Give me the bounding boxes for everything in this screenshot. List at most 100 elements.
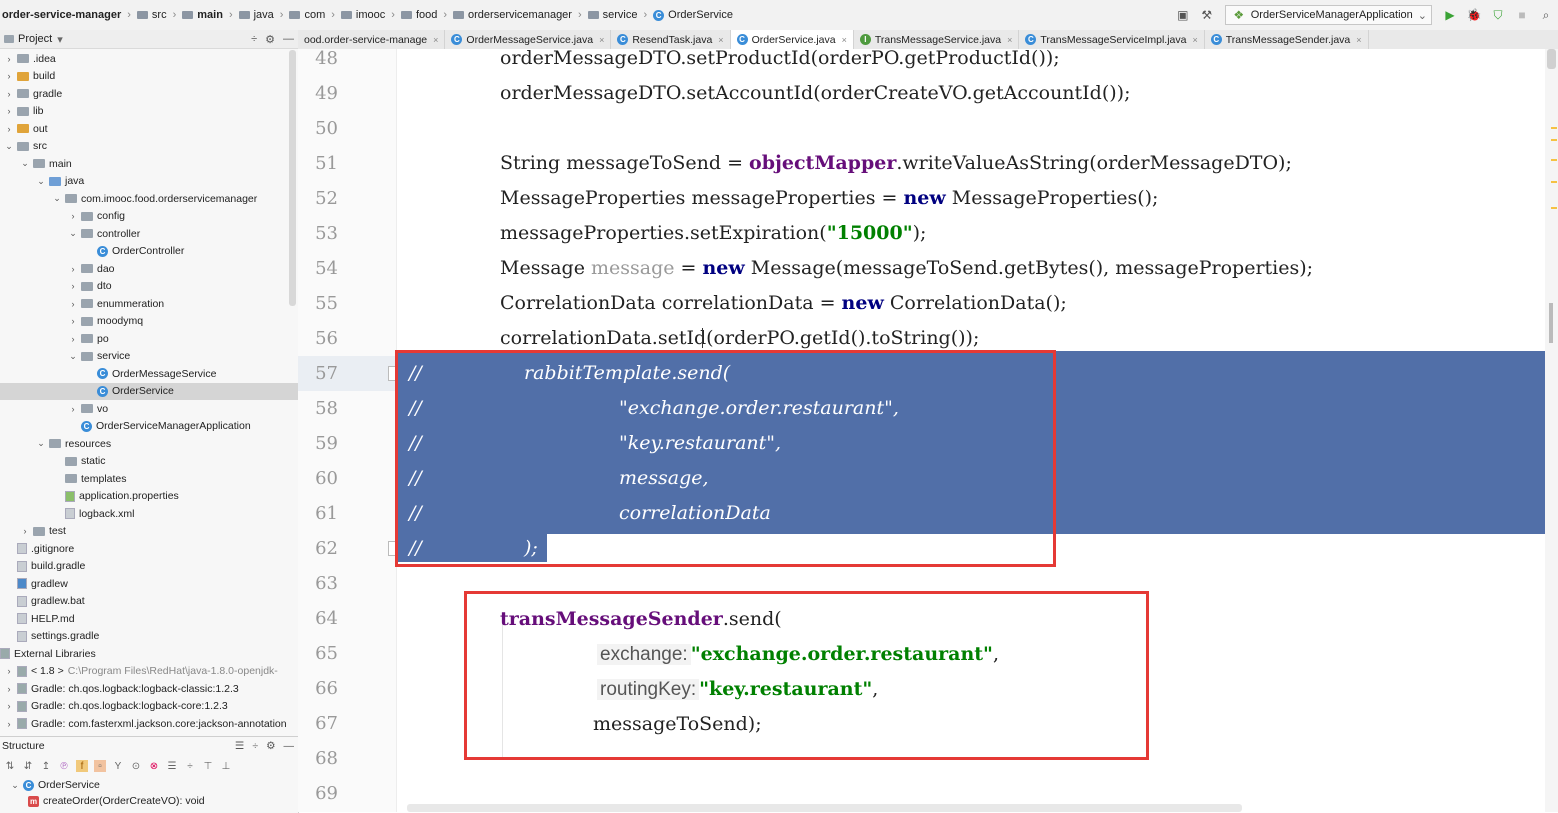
chevron-right-icon[interactable]: › [4, 666, 14, 676]
chevron-right-icon[interactable]: › [68, 334, 78, 344]
chevron-right-icon[interactable]: › [4, 684, 14, 694]
tree-item[interactable]: logback.xml [0, 505, 298, 523]
chevron-down-icon[interactable]: ⌄ [68, 351, 78, 362]
chevron-right-icon[interactable]: › [4, 71, 14, 81]
chevron-down-icon[interactable]: ⌄ [52, 193, 62, 204]
tree-item[interactable]: templates [0, 470, 298, 488]
gear-icon[interactable]: ⚙ [265, 33, 275, 46]
chevron-right-icon[interactable]: › [20, 526, 30, 536]
show-toplevel-icon[interactable]: ⊗ [148, 760, 160, 772]
sort-visibility-icon[interactable]: ⇵ [22, 760, 34, 772]
show-inherited-icon[interactable]: ↥ [40, 760, 52, 772]
tree-item[interactable]: External Libraries [0, 645, 298, 663]
tree-item[interactable]: › dao [0, 260, 298, 278]
chevron-down-icon[interactable]: ⌄ [36, 438, 46, 449]
structure-class-row[interactable]: ⌄ C OrderService [0, 777, 298, 793]
close-icon[interactable]: × [1007, 35, 1012, 45]
tree-item[interactable]: › Gradle: com.fasterxml.jackson.core:jack… [0, 715, 298, 733]
collapse-all-icon[interactable]: ÷ [252, 740, 258, 752]
chevron-right-icon[interactable]: › [68, 316, 78, 326]
search-icon[interactable]: ⌕ [1537, 6, 1555, 24]
collapse-icon[interactable]: ÷ [184, 760, 196, 772]
show-properties-icon[interactable]: ℗ [58, 760, 70, 772]
close-icon[interactable]: × [433, 35, 438, 45]
editor-tab[interactable]: C OrderService.java × [730, 30, 854, 49]
tree-item[interactable]: ⌄ main [0, 155, 298, 173]
build-hammer-icon[interactable]: ⚒ [1198, 6, 1216, 24]
chevron-down-icon[interactable]: ⌄ [20, 158, 30, 169]
horizontal-scrollbar[interactable] [407, 804, 1242, 812]
tree-scrollbar[interactable] [289, 50, 296, 306]
expand-all-icon[interactable]: ☰ [166, 760, 178, 772]
sort-icon[interactable]: ☰ [235, 740, 244, 752]
tree-item[interactable]: › enummeration [0, 295, 298, 313]
chevron-right-icon[interactable]: › [68, 211, 78, 221]
warning-marker[interactable] [1551, 207, 1557, 209]
close-icon[interactable]: × [1192, 35, 1197, 45]
tree-item[interactable]: ⌄ resources [0, 435, 298, 453]
tree-item[interactable]: › out [0, 120, 298, 138]
chevron-right-icon[interactable]: › [4, 54, 14, 64]
gear-icon[interactable]: ⚙ [266, 740, 275, 752]
chevron-down-icon[interactable]: ▾ [57, 33, 63, 46]
breadcrumb-item[interactable]: com › [289, 9, 335, 21]
error-stripe-scrollbar[interactable] [1545, 49, 1558, 812]
breadcrumb-item[interactable]: service › [587, 9, 647, 21]
tree-item[interactable]: › moodymq [0, 313, 298, 331]
tree-item[interactable]: C OrderServiceManagerApplication [0, 418, 298, 436]
tree-item[interactable]: ⌄ java [0, 173, 298, 191]
breadcrumb-item[interactable]: order-service-manager › [2, 9, 131, 21]
warning-marker[interactable] [1551, 181, 1557, 183]
chevron-right-icon[interactable]: › [68, 281, 78, 291]
chevron-right-icon[interactable]: › [4, 89, 14, 99]
editor-tab[interactable]: C TransMessageSender.java × [1205, 30, 1369, 49]
breadcrumb-item[interactable]: java › [238, 9, 283, 21]
chevron-right-icon[interactable]: › [4, 124, 14, 134]
structure-panel-title[interactable]: Structure [2, 740, 45, 752]
chevron-down-icon[interactable]: ⌄ [36, 176, 46, 187]
show-anonymous-icon[interactable]: ⊙ [130, 760, 142, 772]
chevron-right-icon[interactable]: › [4, 701, 14, 711]
chevron-right-icon[interactable]: › [68, 404, 78, 414]
close-icon[interactable]: × [718, 35, 723, 45]
tree-item[interactable]: gradlew [0, 575, 298, 593]
breadcrumb-item[interactable]: orderservicemanager › [453, 9, 582, 21]
collapse-all-icon[interactable]: ÷ [251, 33, 257, 46]
chevron-right-icon[interactable]: › [68, 264, 78, 274]
tree-item[interactable]: ⌄ com.imooc.food.orderservicemanager [0, 190, 298, 208]
warning-marker[interactable] [1551, 127, 1557, 129]
tree-item[interactable]: › Gradle: ch.qos.logback:logback-classic:… [0, 680, 298, 698]
breadcrumb-item[interactable]: src › [136, 9, 176, 21]
breadcrumb-item[interactable]: C OrderService [653, 9, 733, 21]
breadcrumb-item[interactable]: food › [400, 9, 447, 21]
tree-item[interactable]: application.properties [0, 488, 298, 506]
project-structure-icon[interactable]: ▣ [1174, 6, 1192, 24]
hide-icon[interactable]: — [283, 33, 294, 46]
tree-item[interactable]: › Gradle: ch.qos.logback:logback-core:1.2… [0, 698, 298, 716]
breadcrumb-item[interactable]: main › [182, 9, 233, 21]
chevron-right-icon[interactable]: › [4, 719, 14, 729]
run-configuration-dropdown[interactable]: ❖ OrderServiceManagerApplication ⌄ [1224, 5, 1432, 25]
tree-item[interactable]: › build [0, 68, 298, 86]
chevron-right-icon[interactable]: › [68, 299, 78, 309]
show-lambdas-icon[interactable]: Y [112, 760, 124, 772]
tree-item[interactable]: › gradle [0, 85, 298, 103]
breadcrumb-item[interactable]: imooc › [340, 9, 395, 21]
tree-item[interactable]: C OrderMessageService [0, 365, 298, 383]
tree-item[interactable]: .gitignore [0, 540, 298, 558]
show-non-public-icon[interactable]: ▫ [94, 760, 106, 772]
editor-tab[interactable]: C TransMessageServiceImpl.java × [1019, 30, 1205, 49]
structure-method-row[interactable]: m createOrder(OrderCreateVO): void [0, 793, 298, 809]
tree-item[interactable]: ⌄ service [0, 348, 298, 366]
tree-item[interactable]: › .idea [0, 50, 298, 68]
tree-item[interactable]: ⌄ src [0, 138, 298, 156]
tree-item[interactable]: › < 1.8 > C:\Program Files\RedHat\java-1.8… [0, 663, 298, 681]
tree-item[interactable]: › config [0, 208, 298, 226]
sort-alpha-icon[interactable]: ⇅ [4, 760, 16, 772]
tree-item[interactable]: build.gradle [0, 558, 298, 576]
chevron-down-icon[interactable]: ⌄ [4, 141, 14, 152]
tree-item[interactable]: settings.gradle [0, 628, 298, 646]
tree-item[interactable]: › lib [0, 103, 298, 121]
tree-item[interactable]: › po [0, 330, 298, 348]
warning-marker[interactable] [1551, 139, 1557, 141]
